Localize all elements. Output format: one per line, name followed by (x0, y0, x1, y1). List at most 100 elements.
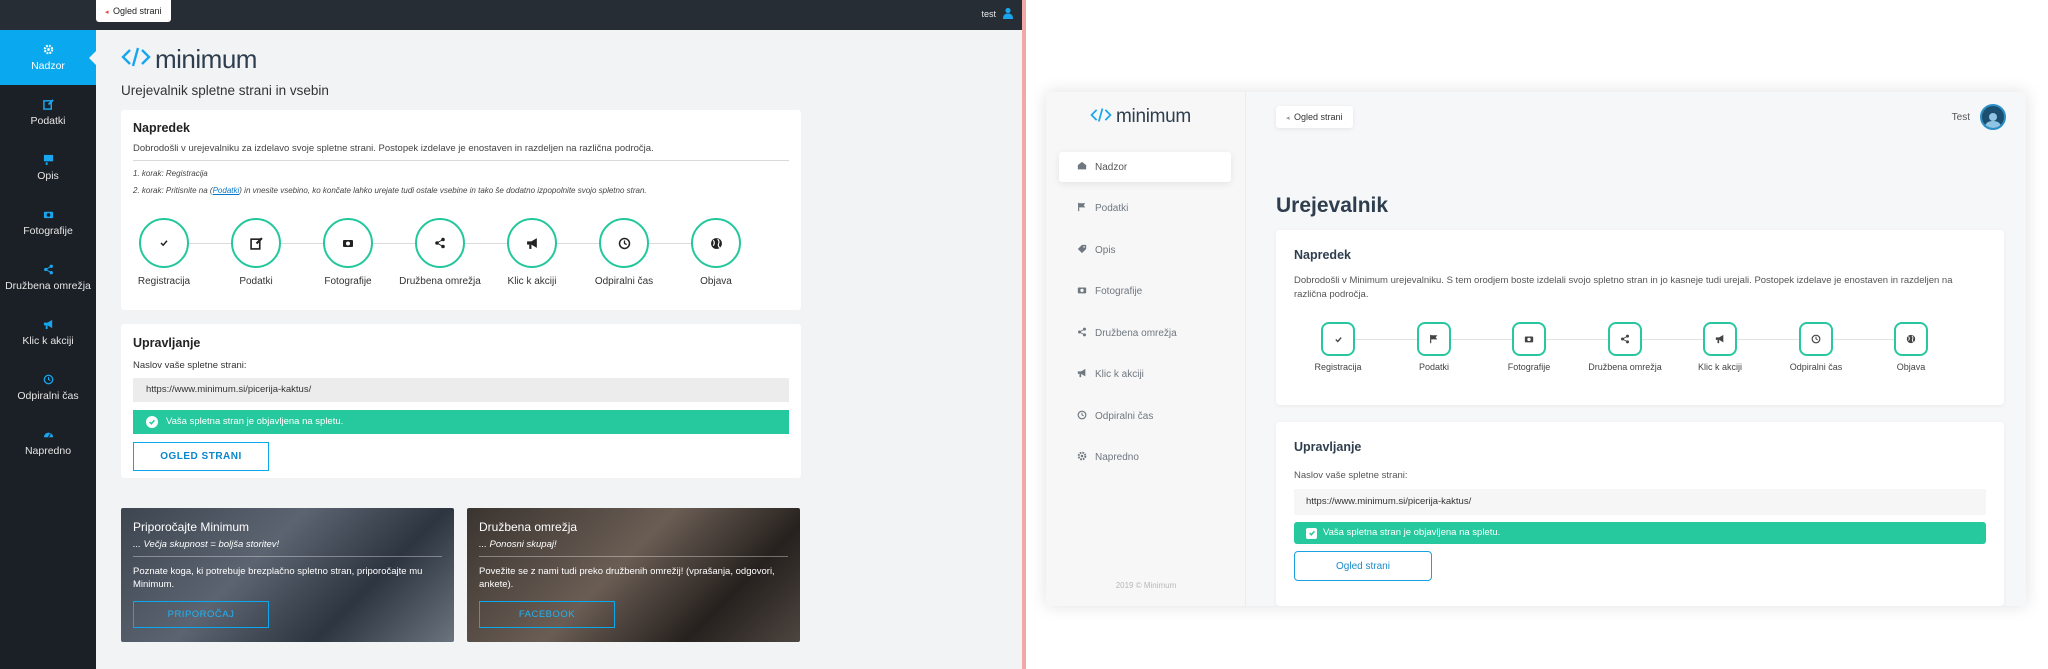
user-menu[interactable]: test (981, 7, 1014, 21)
manage-title: Upravljanje (1294, 440, 1362, 454)
step-objava[interactable]: Objava (666, 218, 766, 287)
sidebar-item-label: Nadzor (1095, 161, 1128, 173)
sidebar-item-odpiralni-cas[interactable]: Odpiralni čas (1059, 401, 1231, 431)
podatki-link[interactable]: Podatki (213, 186, 240, 195)
view-page-button[interactable]: ◂ Ogled strani (96, 0, 171, 22)
code-icon (1090, 107, 1112, 128)
view-page-label: Ogled strani (113, 6, 162, 16)
sidebar-item-druzbena-omrezja[interactable]: Družbena omrežja (1059, 318, 1231, 348)
step-label: Odpiralni čas (594, 276, 654, 287)
promo-text: Poznate koga, ki potrebuje brezplačno sp… (133, 566, 423, 590)
view-page-button[interactable]: Ogled strani (1294, 551, 1432, 581)
published-text: Vaša spletna stran je objavljena na sple… (166, 416, 344, 427)
new-design-panel: minimum Nadzor Podatki Opis Fotografije … (1046, 92, 2026, 606)
sidebar-item-fotografije[interactable]: Fotografije (0, 195, 96, 250)
step-odpiralni-cas[interactable]: Odpiralni čas (1768, 322, 1864, 372)
promo-text: Povežite se z nami tudi preko družbenih … (479, 566, 775, 590)
edit-icon (231, 218, 281, 268)
step-klic-k-akciji[interactable]: Klic k akciji (1672, 322, 1768, 372)
sidebar-item-klic-k-akciji[interactable]: Klic k akciji (1059, 360, 1231, 390)
sidebar-item-odpiralni-cas[interactable]: Odpiralni čas (0, 360, 96, 415)
sidebar-item-podatki[interactable]: Podatki (0, 85, 96, 140)
step-label: Objava (700, 276, 732, 287)
sidebar-item-podatki[interactable]: Podatki (1059, 194, 1231, 224)
step-podatki[interactable]: Podatki (1386, 322, 1482, 372)
sidebar: minimum Nadzor Podatki Opis Fotografije … (1046, 92, 1246, 606)
card-icon (42, 153, 54, 165)
sidebar-item-label: Odpiralni čas (1095, 410, 1154, 422)
step-fotografije[interactable]: Fotografije (298, 218, 398, 287)
progress-steps: Registracija Podatki Fotografije Družben… (138, 218, 779, 298)
step1-note: 1. korak: Registracija (133, 169, 208, 178)
dashboard-icon (42, 428, 54, 440)
sidebar-item-opis[interactable]: Opis (1059, 235, 1231, 265)
step-druzbena-omrezja[interactable]: Družbena omrežja (390, 218, 490, 287)
step-registracija[interactable]: Registracija (114, 218, 214, 287)
clock-icon (1077, 410, 1087, 423)
sidebar-item-label: Podatki (1095, 203, 1129, 214)
step-label: Podatki (1418, 362, 1450, 372)
globe-icon (1894, 322, 1928, 356)
view-page-button[interactable]: ◂ Ogled strani (1276, 106, 1353, 128)
sidebar-item-klic-k-akciji[interactable]: Klic k akciji (0, 305, 96, 360)
code-icon (121, 46, 151, 73)
url-field[interactable]: https://www.minimum.si/picerija-kaktus/ (1294, 489, 1986, 515)
sidebar-item-label: Družbena omrežja (5, 280, 91, 292)
sidebar-item-nadzor[interactable]: Nadzor (1059, 152, 1231, 182)
step2-note-post: ) in vnesite vsebino, ko končate lahko u… (239, 186, 647, 195)
sidebar-item-label: Klic k akciji (22, 335, 74, 347)
progress-steps: Registracija Podatki Fotografije Družben… (1290, 322, 1990, 382)
step-label: Fotografije (1507, 362, 1551, 372)
sidebar-item-opis[interactable]: Opis (0, 140, 96, 195)
avatar (1980, 104, 2006, 130)
sidebar-item-napredno[interactable]: Napredno (0, 415, 96, 470)
progress-card: Napredek Dobrodošli v urejevalniku za iz… (121, 110, 801, 310)
user-icon (1002, 7, 1014, 21)
sidebar-item-label: Fotografije (1095, 286, 1143, 297)
logo-wordmark: minimum (1116, 106, 1191, 127)
url-label: Naslov vaše spletne strani: (133, 360, 247, 371)
sidebar-item-druzbena-omrezja[interactable]: Družbena omrežja (0, 250, 96, 305)
step-label: Družbena omrežja (399, 276, 481, 287)
sidebar-item-napredno[interactable]: Napredno (1059, 443, 1231, 473)
url-field[interactable]: https://www.minimum.si/picerija-kaktus/ (133, 378, 789, 402)
step-klic-k-akciji[interactable]: Klic k akciji (482, 218, 582, 287)
sidebar-nav: Nadzor Podatki Opis Fotografije Družbena… (1059, 152, 1231, 484)
user-menu[interactable]: Test (1952, 104, 2006, 130)
progress-card: Napredek Dobrodošli v Minimum urejevalni… (1276, 230, 2004, 405)
megaphone-icon (42, 318, 54, 330)
social-promo-card: Družbena omrežja ... Ponosni skupaj! Pov… (467, 508, 800, 642)
recommend-button[interactable]: PRIPOROČAJ (133, 601, 269, 628)
step-label: Registracija (1314, 362, 1362, 372)
step-podatki[interactable]: Podatki (206, 218, 306, 287)
logo[interactable]: minimum (1090, 106, 1191, 128)
page-subtitle: Urejevalnik spletne strani in vsebin (121, 83, 329, 98)
step-fotografije[interactable]: Fotografije (1481, 322, 1577, 372)
step-odpiralni-cas[interactable]: Odpiralni čas (574, 218, 674, 287)
share-icon (1608, 322, 1642, 356)
globe-icon (691, 218, 741, 268)
step-registracija[interactable]: Registracija (1290, 322, 1386, 372)
megaphone-icon (1703, 322, 1737, 356)
camera-icon (1077, 285, 1087, 298)
sidebar-item-nadzor[interactable]: Nadzor (0, 30, 97, 85)
user-name: Test (1951, 111, 1970, 123)
sidebar-item-label: Nadzor (31, 60, 65, 72)
step2-note-pre: 2. korak: Pritisnite na ( (133, 186, 213, 195)
top-bar: ◂ Ogled strani test (0, 0, 1022, 30)
step-objava[interactable]: Objava (1863, 322, 1959, 372)
manage-card: Upravljanje Naslov vaše spletne strani: … (1276, 422, 2004, 606)
tag-icon (1077, 244, 1087, 257)
view-page-button[interactable]: OGLED STRANI (133, 442, 269, 471)
manage-card: Upravljanje Naslov vaše spletne strani: … (121, 324, 801, 478)
old-design-panel: ◂ Ogled strani test Nadzor Podatki Opis … (0, 0, 1022, 669)
step2-note: 2. korak: Pritisnite na (Podatki) in vne… (133, 186, 789, 195)
step-label: Klic k akciji (1697, 362, 1742, 372)
logo[interactable]: minimum (121, 44, 257, 75)
sidebar-item-fotografije[interactable]: Fotografije (1059, 277, 1231, 307)
facebook-button[interactable]: FACEBOOK (479, 601, 615, 628)
step-druzbena-omrezja[interactable]: Družbena omrežja (1577, 322, 1673, 372)
progress-intro: Dobrodošli v urejevalniku za izdelavo sv… (133, 143, 654, 154)
check-circle-icon (146, 416, 158, 428)
recommend-promo-card: Priporočajte Minimum ... Večja skupnost … (121, 508, 454, 642)
